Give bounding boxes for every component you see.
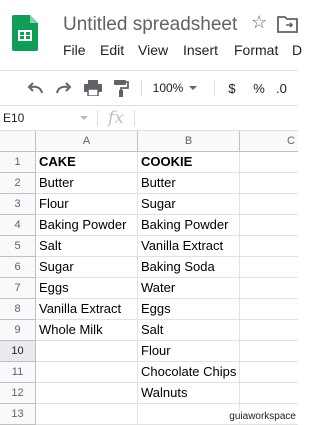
menu-edit[interactable]: Edit (100, 42, 124, 58)
cell-a[interactable]: Flour (36, 194, 138, 215)
chevron-down-icon (189, 86, 198, 90)
row-header[interactable]: 7 (0, 278, 36, 299)
document-title[interactable]: Untitled spreadsheet (63, 14, 237, 36)
cell-a[interactable] (36, 341, 138, 362)
cell-a[interactable]: Whole Milk (36, 320, 138, 341)
cell-c[interactable] (240, 173, 298, 194)
print-icon (84, 80, 102, 96)
percent-format-button[interactable]: % (249, 71, 269, 105)
cell-b[interactable]: Baking Powder (138, 215, 240, 236)
redo-icon (56, 82, 72, 94)
cell-c[interactable] (240, 341, 298, 362)
cell-a[interactable]: Eggs (36, 278, 138, 299)
cell-c[interactable] (240, 383, 298, 404)
cell-a[interactable]: Butter (36, 173, 138, 194)
cell-c[interactable] (240, 257, 298, 278)
row-header[interactable]: 6 (0, 257, 36, 278)
row-header[interactable]: 9 (0, 320, 36, 341)
paint-format-button[interactable] (110, 71, 132, 105)
row-header[interactable]: 13 (0, 404, 36, 425)
title-bar: Untitled spreadsheet ☆ File Edit View In… (0, 0, 302, 66)
cell-a[interactable] (36, 404, 138, 425)
undo-button[interactable] (24, 71, 46, 105)
cell-c[interactable] (240, 236, 298, 257)
star-icon[interactable]: ☆ (251, 12, 267, 33)
cell-a[interactable]: Salt (36, 236, 138, 257)
column-header-c[interactable]: C (240, 131, 298, 152)
cell-c[interactable] (240, 194, 298, 215)
cell-b[interactable]: Sugar (138, 194, 240, 215)
cell-a[interactable] (36, 383, 138, 404)
row-header[interactable]: 1 (0, 152, 36, 173)
row-header[interactable]: 12 (0, 383, 36, 404)
cell-c[interactable] (240, 215, 298, 236)
cell-b[interactable]: COOKIE (138, 152, 240, 173)
row-header[interactable]: 5 (0, 236, 36, 257)
cell-a[interactable]: Vanilla Extract (36, 299, 138, 320)
column-header-a[interactable]: A (36, 131, 138, 152)
row-header[interactable]: 8 (0, 299, 36, 320)
select-all-corner[interactable] (0, 131, 36, 152)
cell-b[interactable]: Salt (138, 320, 240, 341)
toolbar: 100% $ % .0 (0, 70, 298, 106)
cell-b[interactable]: Water (138, 278, 240, 299)
formula-divider (97, 110, 98, 126)
row-header[interactable]: 2 (0, 173, 36, 194)
zoom-select[interactable]: 100% (150, 71, 200, 105)
cell-a[interactable] (36, 362, 138, 383)
row-header[interactable]: 4 (0, 215, 36, 236)
move-to-folder-icon[interactable] (277, 15, 298, 33)
cell-c[interactable] (240, 299, 298, 320)
toolbar-divider (214, 80, 215, 96)
cell-b[interactable]: Chocolate Chips (138, 362, 240, 383)
cell-a[interactable]: CAKE (36, 152, 138, 173)
redo-button[interactable] (53, 71, 75, 105)
sheet-grid[interactable]: A B C 1 CAKE COOKIE 2 Butter Butter 3 Flour Suga… (0, 131, 298, 425)
menu-format[interactable]: Format (234, 42, 278, 58)
fx-icon: fx (108, 108, 124, 128)
cell-b[interactable]: Eggs (138, 299, 240, 320)
formula-bar: E10 fx (0, 106, 298, 131)
toolbar-divider (141, 80, 142, 96)
formula-divider (134, 110, 135, 126)
cell-b[interactable]: Walnuts (138, 383, 240, 404)
paint-format-icon (114, 80, 129, 97)
cell-c[interactable] (240, 320, 298, 341)
menu-file[interactable]: File (63, 42, 86, 58)
currency-format-button[interactable]: $ (222, 71, 242, 105)
cell-a[interactable]: Baking Powder (36, 215, 138, 236)
cell-b[interactable]: Vanilla Extract (138, 236, 240, 257)
undo-icon (27, 82, 43, 94)
column-header-b[interactable]: B (138, 131, 240, 152)
menu-insert[interactable]: Insert (183, 42, 218, 58)
cell-b[interactable]: Baking Soda (138, 257, 240, 278)
cell-a[interactable]: Sugar (36, 257, 138, 278)
cell-b[interactable]: Flour (138, 341, 240, 362)
watermark: guiaworkspace (228, 411, 297, 422)
row-header[interactable]: 10 (0, 341, 36, 362)
sheets-logo-icon[interactable] (12, 15, 38, 51)
decrease-decimal-button[interactable]: .0 (276, 71, 298, 105)
cell-c[interactable] (240, 278, 298, 299)
print-button[interactable] (82, 71, 104, 105)
row-header[interactable]: 3 (0, 194, 36, 215)
cell-c[interactable] (240, 152, 298, 173)
zoom-value: 100% (152, 81, 184, 95)
menu-view[interactable]: View (138, 42, 168, 58)
cell-b[interactable]: Butter (138, 173, 240, 194)
cell-b[interactable] (138, 404, 240, 425)
row-header[interactable]: 11 (0, 362, 36, 383)
menu-data[interactable]: D (292, 42, 302, 58)
cell-c[interactable] (240, 362, 298, 383)
name-box-dropdown-icon[interactable] (80, 116, 88, 120)
